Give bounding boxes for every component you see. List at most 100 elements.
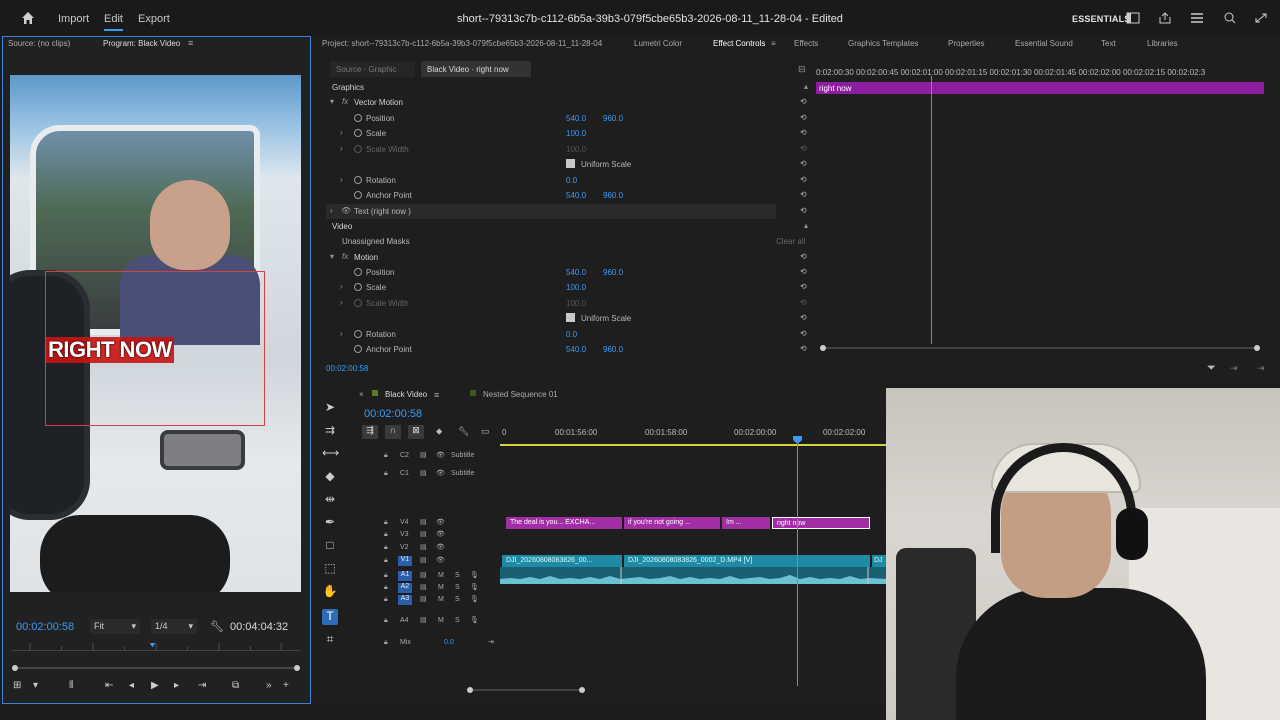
breadcrumb-source[interactable]: Source · Graphic <box>330 61 415 77</box>
program-ruler[interactable] <box>12 643 300 651</box>
lock-icon[interactable]: 🔒︎ <box>384 531 388 539</box>
track-v4[interactable]: 🔒︎ V4 ▤ 👁︎ <box>360 517 500 529</box>
timeline-playhead[interactable] <box>797 436 798 686</box>
lock-icon[interactable]: 🔒︎ <box>384 544 388 552</box>
track-a4[interactable]: 🔒︎ A4 ▤ M S 🎙︎ <box>360 615 500 627</box>
tab-text[interactable]: Text <box>1101 39 1116 48</box>
stopwatch-icon[interactable] <box>354 191 362 199</box>
effect-controls-clip[interactable]: right now <box>816 82 1264 94</box>
position-y-value[interactable]: 960.0 <box>603 268 623 277</box>
reset-icon[interactable]: ⟲ <box>800 144 810 154</box>
eye-icon[interactable]: 👁︎ <box>436 556 445 564</box>
chevron-right-icon[interactable]: › <box>340 282 343 291</box>
eye-icon[interactable]: 👁︎ <box>436 543 445 551</box>
home-icon[interactable] <box>20 10 36 26</box>
chevron-up-icon[interactable]: ▴ <box>804 82 808 91</box>
insert-icon[interactable]: ⇶ <box>362 425 378 439</box>
reset-icon[interactable]: ⟲ <box>800 113 810 123</box>
tab-libraries[interactable]: Libraries <box>1147 39 1178 48</box>
stopwatch-icon[interactable] <box>354 176 362 184</box>
toggle-output-icon[interactable]: ▤ <box>420 571 427 579</box>
workspace-label[interactable]: ESSENTIALS <box>1072 14 1131 24</box>
wrench-icon[interactable]: 🔧︎ <box>210 620 224 633</box>
razor-tool-icon[interactable]: ◆ <box>322 469 338 485</box>
panel-menu-icon[interactable]: ≡ <box>434 390 439 400</box>
microphone-icon[interactable]: 🎙︎ <box>470 583 479 591</box>
panel-menu-icon[interactable]: ≡ <box>188 38 193 48</box>
reset-icon[interactable]: ⟲ <box>800 128 810 138</box>
stopwatch-icon[interactable] <box>354 129 362 137</box>
stopwatch-icon[interactable] <box>354 114 362 122</box>
tab-effects[interactable]: Effects <box>794 39 818 48</box>
solo-button[interactable]: S <box>455 584 460 591</box>
microphone-icon[interactable]: 🎙︎ <box>470 595 479 603</box>
toggle-output-icon[interactable]: ▤ <box>420 451 427 459</box>
track-a1[interactable]: 🔒︎ A1 ▤ M S 🎙︎ <box>360 570 500 582</box>
track-c1[interactable]: 🔒︎ C1 ▤ 👁︎ Subtitle <box>360 468 500 480</box>
track-v3[interactable]: 🔒︎ V3 ▤ 👁︎ <box>360 529 500 541</box>
reset-icon[interactable]: ⟲ <box>800 252 810 262</box>
tab-properties[interactable]: Properties <box>948 39 984 48</box>
reset-icon[interactable]: ⟲ <box>800 206 810 216</box>
clip-graphic-selected[interactable]: right now <box>772 517 870 529</box>
eye-icon[interactable]: 👁︎ <box>436 451 445 459</box>
work-area-bar[interactable] <box>500 444 886 446</box>
mark-in-icon[interactable]: ⦀ <box>69 680 73 691</box>
menu-export[interactable]: Export <box>138 13 170 25</box>
vector-motion-row[interactable]: ▾ fx Vector Motion ⟲ <box>326 95 814 110</box>
reset-icon[interactable]: ⟲ <box>800 159 810 169</box>
pen-tool-icon[interactable]: ✒ <box>322 515 338 531</box>
mute-button[interactable]: M <box>438 584 444 591</box>
search-icon[interactable] <box>1223 12 1237 24</box>
lock-icon[interactable]: 🔒︎ <box>384 519 388 527</box>
fullscreen-icon[interactable] <box>1254 12 1268 24</box>
mix-value[interactable]: 0.0 <box>444 639 454 646</box>
play-icon[interactable]: ▶ <box>151 680 159 691</box>
eye-icon[interactable]: 👁︎ <box>436 518 445 526</box>
type-tool-icon[interactable]: T <box>322 609 338 625</box>
reset-icon[interactable]: ⟲ <box>800 298 810 308</box>
text-layer-row[interactable]: › 👁︎ Text (right now ) <box>326 204 776 219</box>
reset-icon[interactable]: ⟲ <box>800 267 810 277</box>
more-icon[interactable]: » <box>266 680 272 691</box>
position-y-value[interactable]: 960.0 <box>603 114 623 123</box>
uniform-scale-checkbox[interactable] <box>566 313 575 322</box>
add-button-icon[interactable]: + <box>283 680 289 691</box>
tab-essential-sound[interactable]: Essential Sound <box>1015 39 1073 48</box>
mute-button[interactable]: M <box>438 617 444 624</box>
go-to-in-icon[interactable]: ⇤ <box>105 680 113 691</box>
toggle-output-icon[interactable]: ▤ <box>420 556 427 564</box>
lock-icon[interactable]: 🔒︎ <box>384 639 388 647</box>
track-target[interactable]: A1 <box>398 571 412 581</box>
chevron-right-icon[interactable]: › <box>330 206 333 215</box>
scale-value[interactable]: 100.0 <box>566 283 586 292</box>
tab-graphics-templates[interactable]: Graphics Templates <box>848 39 919 48</box>
microphone-icon[interactable]: 🎙︎ <box>470 571 479 579</box>
scale-value[interactable]: 100.0 <box>566 129 586 138</box>
track-v2[interactable]: 🔒︎ V2 ▤ 👁︎ <box>360 542 500 554</box>
rotation-value[interactable]: 0.0 <box>566 176 577 185</box>
track-select-tool-icon[interactable]: ⇉ <box>322 423 338 439</box>
reset-icon[interactable]: ⟲ <box>800 175 810 185</box>
stopwatch-icon[interactable] <box>354 330 362 338</box>
reset-icon[interactable]: ⟲ <box>800 313 810 323</box>
lock-icon[interactable]: 🔒︎ <box>384 596 388 604</box>
stopwatch-icon[interactable] <box>354 268 362 276</box>
microphone-icon[interactable]: 🎙︎ <box>470 616 479 624</box>
caption-tool-icon[interactable]: ⌗ <box>322 632 338 648</box>
lock-icon[interactable]: 🔒︎ <box>384 584 388 592</box>
menu-import[interactable]: Import <box>58 13 89 25</box>
menu-icon[interactable] <box>1190 12 1204 24</box>
menu-edit[interactable]: Edit <box>104 13 123 31</box>
clip-video[interactable]: DJI_20260808083826_0002_D.MP4 [V] <box>624 555 870 567</box>
track-target[interactable]: A3 <box>398 595 412 605</box>
clip-video[interactable]: DJI_20260808083826_00... <box>502 555 622 567</box>
lock-icon[interactable]: 🔒︎ <box>384 617 388 625</box>
solo-button[interactable]: S <box>455 572 460 579</box>
chevron-right-icon[interactable]: › <box>340 128 343 137</box>
toggle-output-icon[interactable]: ▤ <box>420 469 427 477</box>
anchor-y-value[interactable]: 960.0 <box>603 345 623 354</box>
eye-icon[interactable]: 👁︎ <box>341 206 351 215</box>
tab-nested-sequence[interactable]: Nested Sequence 01 <box>483 390 558 399</box>
tab-black-video[interactable]: Black Video <box>385 390 427 399</box>
